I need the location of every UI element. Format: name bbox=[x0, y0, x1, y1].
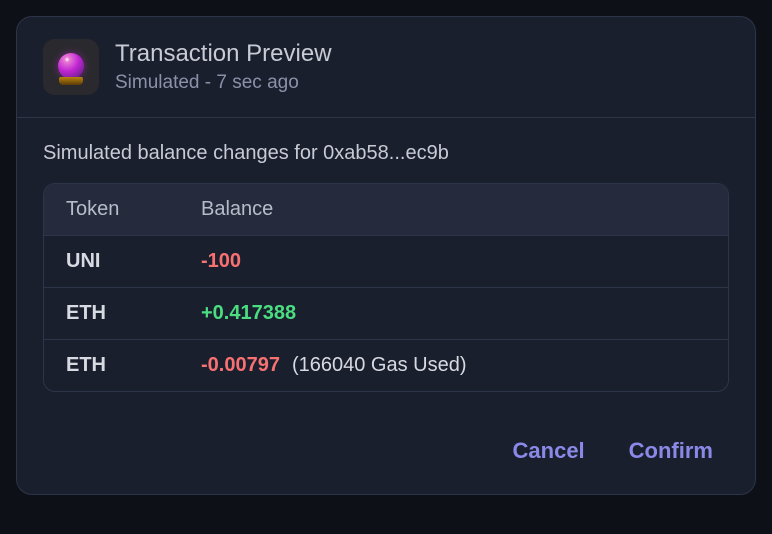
balance-extra: (166040 Gas Used) bbox=[292, 354, 467, 377]
cell-balance: -0.00797 (166040 Gas Used) bbox=[201, 354, 706, 377]
cell-token: UNI bbox=[66, 250, 201, 273]
transaction-preview-modal: Transaction Preview Simulated - 7 sec ag… bbox=[16, 16, 756, 495]
modal-header: Transaction Preview Simulated - 7 sec ag… bbox=[17, 17, 755, 118]
table-row: ETH +0.417388 bbox=[44, 288, 728, 340]
balance-table: Token Balance UNI -100 ETH +0.417388 ETH… bbox=[43, 183, 729, 392]
confirm-button[interactable]: Confirm bbox=[629, 438, 713, 464]
cell-balance: -100 bbox=[201, 250, 706, 273]
balance-value: -0.00797 bbox=[201, 354, 280, 377]
table-row: ETH -0.00797 (166040 Gas Used) bbox=[44, 340, 728, 391]
cell-token: ETH bbox=[66, 302, 201, 325]
balance-value: -100 bbox=[201, 250, 241, 273]
table-row: UNI -100 bbox=[44, 236, 728, 288]
cell-token: ETH bbox=[66, 354, 201, 377]
header-text: Transaction Preview Simulated - 7 sec ag… bbox=[115, 40, 332, 94]
cancel-button[interactable]: Cancel bbox=[513, 438, 585, 464]
table-header: Token Balance bbox=[44, 184, 728, 236]
col-header-token: Token bbox=[66, 198, 201, 221]
modal-subtitle: Simulated - 7 sec ago bbox=[115, 72, 332, 94]
modal-body: Simulated balance changes for 0xab58...e… bbox=[17, 118, 755, 410]
crystal-ball-icon bbox=[57, 53, 85, 81]
modal-footer: Cancel Confirm bbox=[17, 410, 755, 494]
balance-value: +0.417388 bbox=[201, 302, 296, 325]
modal-title: Transaction Preview bbox=[115, 40, 332, 68]
header-icon-box bbox=[43, 39, 99, 95]
col-header-balance: Balance bbox=[201, 198, 706, 221]
balance-description: Simulated balance changes for 0xab58...e… bbox=[43, 142, 729, 165]
cell-balance: +0.417388 bbox=[201, 302, 706, 325]
